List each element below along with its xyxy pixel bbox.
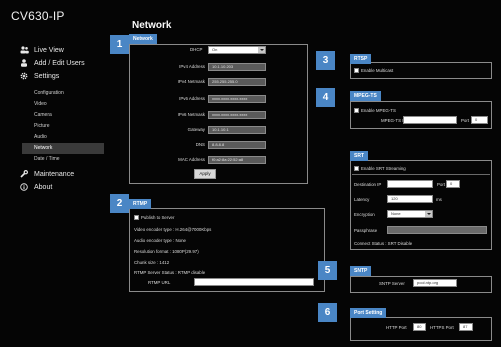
- https-port-label: HTTPS Port: [430, 325, 454, 330]
- srt-destination-input[interactable]: [387, 180, 433, 188]
- sidebar-item-configuration[interactable]: Configuration: [34, 89, 64, 98]
- publish-label: Publish to Server: [141, 215, 175, 220]
- resolution-text: Resolution format : 1080P(29.97): [134, 249, 199, 254]
- mpegts-port-input[interactable]: 0: [471, 116, 488, 124]
- multicast-checkbox[interactable]: [354, 68, 359, 73]
- ipv6-netmask-field[interactable]: xxxx.xxxx.xxxx.xxxx: [208, 111, 266, 119]
- srt-destination-label: Destination IP: [354, 182, 382, 187]
- rtmp-url-input[interactable]: [194, 278, 314, 286]
- sidebar-item-add-edit-users[interactable]: Add / Edit Users: [20, 58, 85, 68]
- srt-port-input[interactable]: 0: [446, 180, 460, 188]
- srt-checkbox[interactable]: [354, 166, 359, 171]
- sntp-server-label: SNTP Server: [379, 281, 405, 286]
- info-icon: [20, 183, 28, 191]
- sidebar-item-settings[interactable]: Settings: [20, 71, 59, 81]
- mpegts-checkbox[interactable]: [354, 108, 359, 113]
- srt-passphrase-label: Passphrase: [354, 228, 378, 233]
- apply-button[interactable]: Apply: [194, 169, 216, 179]
- chevron-down-icon: [258, 47, 265, 53]
- dhcp-select[interactable]: On: [208, 46, 266, 54]
- srt-encryption-select[interactable]: None: [387, 210, 433, 218]
- srt-enable-label: Enable SRT Streaming: [361, 166, 406, 171]
- sidebar-item-picture[interactable]: Picture: [34, 122, 50, 131]
- sidebar-item-audio[interactable]: Audio: [34, 133, 47, 142]
- sidebar-item-label: Settings: [34, 72, 60, 80]
- mpegts-tab: MPEG-TS: [350, 91, 381, 101]
- ipv4-netmask-label: IPv4 Netmask: [177, 79, 205, 84]
- multicast-label: Enable Multicast: [361, 68, 394, 73]
- rtsp-tab: RTSP: [350, 54, 372, 64]
- ipv4-netmask-field[interactable]: 255.255.255.0: [208, 78, 266, 86]
- mpegts-enable-label: Enable MPEG-TS: [361, 108, 396, 113]
- dhcp-select-value: On: [212, 47, 218, 52]
- rtmp-status-text: RTMP Server Status : RTMP disable: [134, 270, 206, 275]
- ipv6-address-label: IPv6 Address: [179, 96, 205, 101]
- sidebar-item-label: Add / Edit Users: [34, 59, 85, 67]
- sidebar-item-maintenance[interactable]: Maintenance: [20, 169, 74, 179]
- chevron-down-icon: [425, 211, 432, 217]
- srt-encryption-value: None: [391, 211, 401, 216]
- sntp-server-input[interactable]: pool.ntp.org: [413, 279, 457, 287]
- mpegts-ip-input[interactable]: [403, 116, 457, 124]
- srt-passphrase-input[interactable]: [387, 226, 487, 234]
- srt-tab: SRT: [350, 151, 368, 161]
- rtmp-url-label: RTMP URL: [148, 280, 171, 285]
- people-icon: [20, 46, 29, 54]
- srt-port-label: Port: [437, 182, 446, 187]
- sidebar-item-label: Maintenance: [34, 170, 75, 178]
- sidebar-item-video[interactable]: Video: [34, 100, 47, 109]
- sidebar-item-network[interactable]: Network: [34, 144, 52, 153]
- dhcp-label: DHCP: [190, 47, 203, 52]
- srt-latency-unit: ms: [436, 197, 442, 202]
- ipv6-address-field[interactable]: xxxx.xxxx.xxxx.xxxx: [208, 95, 266, 103]
- section-badge-2: 2: [110, 194, 129, 213]
- wrench-icon: [20, 170, 29, 178]
- section-badge-5: 5: [318, 261, 337, 280]
- srt-divider: [352, 174, 490, 175]
- section-badge-1: 1: [110, 35, 129, 54]
- gateway-field[interactable]: 10.1.10.1: [208, 126, 266, 134]
- mac-address-field[interactable]: f0:a2:8a:22:52:a8: [208, 156, 266, 164]
- sidebar-item-label: About: [34, 183, 53, 191]
- section-badge-3: 3: [316, 51, 335, 70]
- srt-connect-status: Connect Status : SRT Disable: [354, 241, 413, 246]
- https-port-input[interactable]: 87: [459, 323, 473, 331]
- dns-field[interactable]: 8.8.8.8: [208, 141, 266, 149]
- rtmp-tab: RTMP: [129, 199, 152, 209]
- page-title: Network: [132, 20, 172, 31]
- port-setting-tab: Port Setting: [350, 308, 387, 318]
- srt-latency-label: Latency: [354, 197, 370, 202]
- sidebar-item-camera[interactable]: Camera: [34, 111, 52, 120]
- publish-checkbox[interactable]: [134, 215, 139, 220]
- dns-label: DNS: [195, 142, 205, 147]
- sntp-tab: SNTP: [350, 266, 372, 276]
- network-tab: Network: [129, 34, 157, 44]
- sidebar-item-about[interactable]: About: [20, 182, 52, 192]
- section-badge-6: 6: [318, 303, 337, 322]
- gateway-label: Gateway: [187, 127, 205, 132]
- gear-icon: [20, 72, 28, 80]
- sidebar-item-date-time[interactable]: Date / Time: [34, 155, 60, 164]
- chunk-size-text: Chunk size : 1412: [134, 260, 170, 265]
- http-port-label: HTTP Port: [386, 325, 407, 330]
- http-port-input[interactable]: 80: [413, 323, 426, 331]
- section-badge-4: 4: [316, 88, 335, 107]
- ipv4-address-label: IPv4 Address: [179, 64, 205, 69]
- user-icon: [20, 59, 28, 67]
- ipv6-netmask-label: IPv6 Netmask: [177, 112, 205, 117]
- sidebar-item-live-view[interactable]: Live View: [20, 45, 64, 55]
- srt-encryption-label: Encryption: [354, 212, 375, 217]
- mpegts-port-label: Port: [461, 118, 470, 123]
- mpegts-panel: [350, 101, 492, 129]
- ipv4-address-field[interactable]: 10.1.10.203: [208, 63, 266, 71]
- app-title: CV630-IP: [11, 9, 65, 23]
- srt-latency-input[interactable]: 120: [387, 195, 433, 203]
- app-window: CV630-IP Network Live View Add / Edit Us…: [0, 0, 501, 347]
- mac-address-label: MAC Address: [178, 157, 205, 162]
- video-encoder-text: Video encoder type : H.264@7000Kbps: [134, 227, 212, 232]
- audio-encoder-text: Audio encoder type : None: [134, 238, 186, 243]
- sidebar-item-label: Live View: [34, 46, 64, 54]
